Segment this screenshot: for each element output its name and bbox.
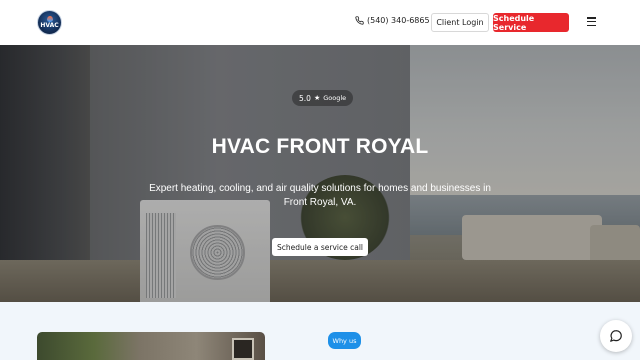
chat-icon	[610, 330, 622, 342]
phone-link[interactable]: (540) 340-6865	[355, 16, 430, 25]
star-icon: ★	[313, 94, 321, 102]
schedule-service-button[interactable]: Schedule Service	[493, 13, 569, 32]
menu-icon[interactable]	[587, 17, 596, 26]
hero-overlay	[0, 45, 640, 302]
google-rating-badge: 5.0 ★ Google	[292, 90, 354, 106]
why-us-badge: Why us	[328, 332, 361, 349]
rating-source: Google	[323, 94, 347, 102]
schedule-call-button[interactable]: Schedule a service call	[272, 238, 368, 256]
rating-value: 5.0	[299, 93, 311, 103]
logo-text: HVAC	[40, 22, 59, 29]
chat-button[interactable]	[600, 320, 632, 352]
hero-section	[0, 45, 640, 302]
client-login-button[interactable]: Client Login	[431, 13, 489, 32]
site-header: HVAC (540) 340-6865 Client Login Schedul…	[0, 0, 640, 45]
logo[interactable]: HVAC	[37, 10, 62, 35]
house-window	[232, 338, 254, 360]
phone-number: (540) 340-6865	[367, 16, 430, 25]
phone-icon	[355, 16, 364, 25]
hero-subtitle: Expert heating, cooling, and air quality…	[149, 183, 491, 208]
hero-title: HVAC FRONT ROYAL	[211, 135, 429, 158]
house-photo	[37, 332, 265, 360]
